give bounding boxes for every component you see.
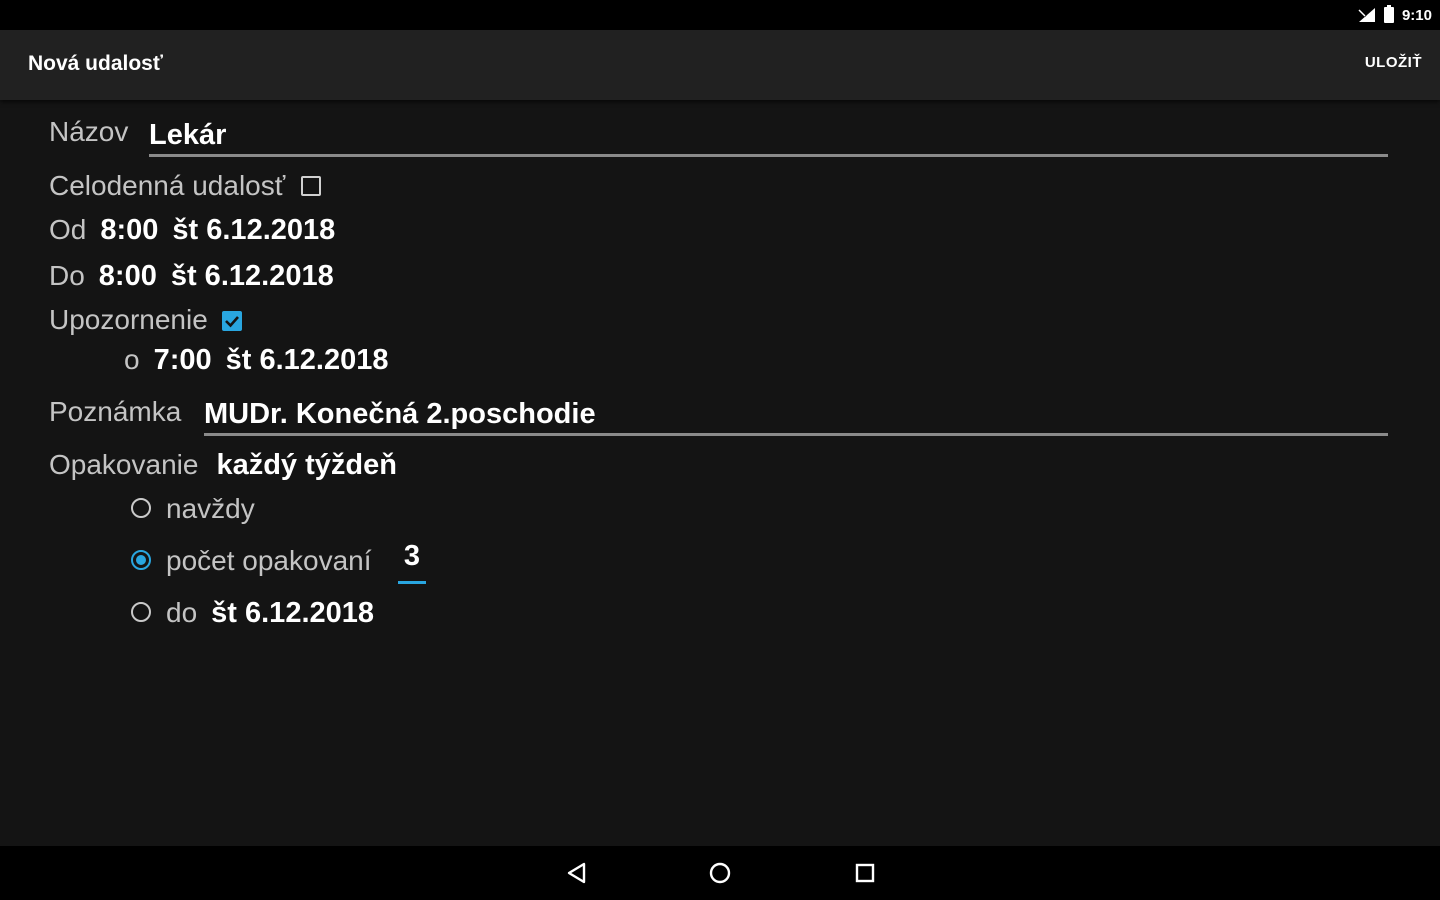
reminder-prefix: o	[124, 344, 140, 375]
reminder-checkbox[interactable]	[221, 311, 242, 331]
note-value: MUDr. Konečná 2.poschodie	[204, 398, 596, 430]
note-row: Poznámka	[49, 396, 181, 428]
screen: 9:10 Nová udalosť ULOŽIŤ Názov Lekár Cel…	[0, 0, 1440, 900]
reminder-date[interactable]: št 6.12.2018	[226, 344, 389, 377]
name-label: Názov	[49, 116, 129, 147]
all-day-label: Celodenná udalosť	[49, 170, 286, 201]
reminder-time-row: o 7:00 št 6.12.2018	[124, 344, 388, 377]
count-input[interactable]: 3	[398, 540, 426, 584]
all-day-checkbox[interactable]	[301, 176, 322, 196]
until-date[interactable]: št 6.12.2018	[211, 597, 374, 630]
save-button[interactable]: ULOŽIŤ	[1365, 54, 1422, 71]
status-time: 9:10	[1401, 6, 1432, 24]
reminder-label: Upozornenie	[49, 304, 208, 335]
battery-icon	[1383, 5, 1394, 23]
reminder-time[interactable]: 7:00	[154, 344, 212, 377]
back-icon[interactable]	[562, 858, 592, 888]
name-field[interactable]: Lekár	[149, 119, 1388, 157]
from-row: Od 8:00 št 6.12.2018	[49, 214, 335, 247]
name-value: Lekár	[149, 119, 227, 151]
status-icons: 9:10	[1358, 5, 1432, 25]
note-field[interactable]: MUDr. Konečná 2.poschodie	[204, 398, 1388, 436]
recents-icon[interactable]	[850, 858, 880, 888]
until-option: do št 6.12.2018	[166, 597, 374, 630]
forever-label: navždy	[166, 493, 255, 524]
repeat-row: Opakovanie každý týždeň	[49, 449, 397, 482]
from-time[interactable]: 8:00	[100, 214, 158, 247]
status-bar: 9:10	[0, 0, 1440, 30]
reminder-row: Upozornenie	[49, 304, 242, 336]
to-date[interactable]: št 6.12.2018	[171, 260, 334, 293]
page-title: Nová udalosť	[28, 52, 163, 75]
repeat-label: Opakovanie	[49, 449, 199, 480]
count-option: počet opakovaní	[166, 545, 372, 577]
forever-radio[interactable]	[131, 498, 151, 518]
home-icon[interactable]	[705, 858, 735, 888]
count-radio[interactable]	[131, 550, 151, 570]
repeat-value[interactable]: každý týždeň	[216, 449, 397, 482]
until-radio[interactable]	[131, 602, 151, 622]
until-label: do	[166, 597, 198, 628]
navigation-bar	[0, 846, 1440, 900]
check-icon	[224, 316, 239, 328]
name-row: Názov	[49, 116, 128, 148]
from-label: Od	[49, 214, 87, 245]
signal-icon	[1358, 7, 1376, 23]
app-bar: Nová udalosť ULOŽIŤ	[0, 30, 1440, 100]
all-day-row: Celodenná udalosť	[49, 170, 322, 202]
forever-option: navždy	[166, 493, 255, 525]
to-row: Do 8:00 št 6.12.2018	[49, 260, 334, 293]
from-date[interactable]: št 6.12.2018	[172, 214, 335, 247]
count-label: počet opakovaní	[166, 545, 372, 576]
to-label: Do	[49, 260, 85, 291]
to-time[interactable]: 8:00	[99, 260, 157, 293]
note-label: Poznámka	[49, 396, 182, 427]
